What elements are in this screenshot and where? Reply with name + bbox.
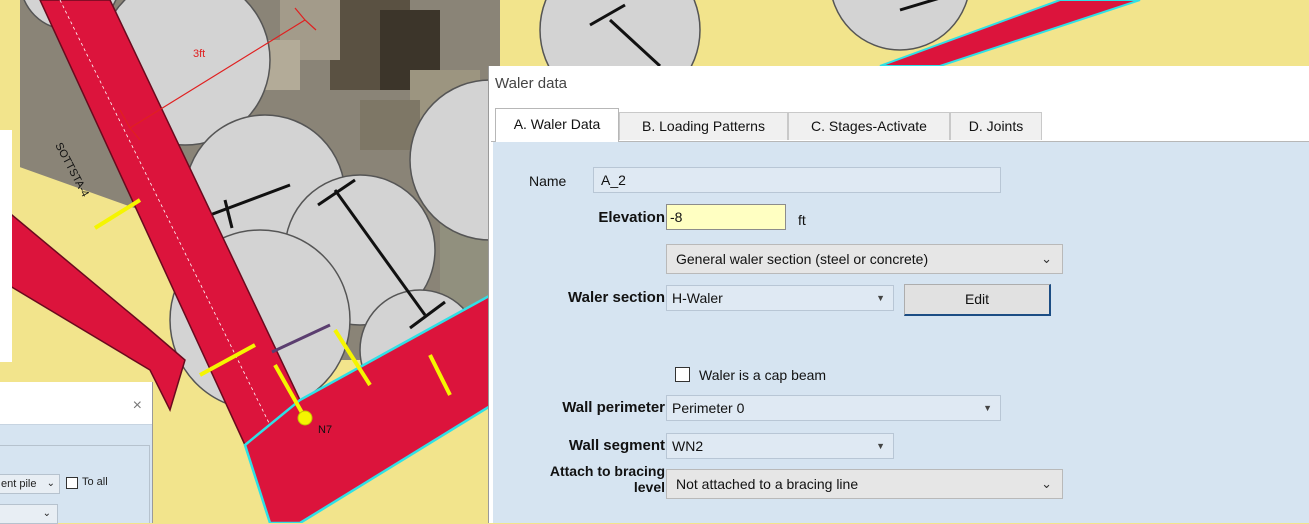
attach-bracing-label: Attach to bracing level	[503, 463, 665, 495]
pile-type-select[interactable]: ent pile ⌄	[0, 474, 60, 494]
elevation-label: Elevation	[598, 209, 665, 226]
tab-joints[interactable]: D. Joints	[950, 112, 1042, 140]
dialog-title: Waler data	[495, 75, 567, 92]
wall-segment-label: Wall segment	[568, 437, 665, 454]
tab-waler-data[interactable]: A. Waler Data	[495, 108, 619, 142]
node-marker[interactable]	[297, 410, 313, 426]
cap-beam-label: Waler is a cap beam	[699, 367, 827, 383]
wall-perimeter-select[interactable]: Perimeter 0 ▼	[666, 395, 1001, 421]
section-type-value: General waler section (steel or concrete…	[676, 251, 929, 267]
secondary-select[interactable]: ⌄	[0, 504, 58, 524]
secondary-dialog-group: ent pile ⌄ To all ⌄	[0, 445, 150, 524]
chevron-down-icon: ⌄	[1041, 251, 1052, 266]
name-field[interactable]: A_2	[593, 167, 1001, 193]
waler-section-label: Waler section	[568, 289, 665, 306]
wall-perimeter-value: Perimeter 0	[672, 400, 745, 416]
waler-section-select[interactable]: H-Waler ▼	[666, 285, 894, 311]
to-all-label: To all	[82, 476, 108, 488]
attach-bracing-label-line1: Attach to bracing	[549, 463, 665, 479]
dimension-text: 3ft	[193, 48, 205, 60]
elevation-unit: ft	[798, 212, 806, 228]
attach-bracing-dropdown[interactable]: Not attached to a bracing line ⌄	[666, 469, 1063, 499]
to-all-checkbox[interactable]	[66, 477, 78, 489]
dropdown-arrow-icon: ▼	[876, 441, 885, 451]
chevron-down-icon: ⌄	[46, 478, 55, 489]
canvas-overlay-white	[0, 130, 12, 362]
name-label: Name	[529, 173, 567, 189]
secondary-dialog: × ent pile ⌄ To all ⌄	[0, 382, 153, 524]
attach-bracing-label-line2: level	[633, 479, 665, 495]
chevron-down-icon: ⌄	[42, 508, 51, 519]
waler-section-value: H-Waler	[672, 290, 723, 306]
tab-loading-patterns[interactable]: B. Loading Patterns	[619, 112, 788, 140]
wall-segment-value: WN2	[672, 438, 704, 454]
dropdown-arrow-icon: ▼	[983, 403, 992, 413]
waler-data-panel: Name A_2 Elevation -8 ft General waler s…	[493, 142, 1309, 523]
secondary-dialog-body: ent pile ⌄ To all ⌄	[0, 424, 152, 524]
waler-data-dialog: Waler data A. Waler Data B. Loading Patt…	[488, 66, 1309, 523]
tab-stages-activate[interactable]: C. Stages-Activate	[788, 112, 950, 140]
pile-type-select-value: ent pile	[1, 478, 37, 490]
wall-segment-select[interactable]: WN2 ▼	[666, 433, 894, 459]
tab-bar: A. Waler Data B. Loading Patterns C. Sta…	[491, 108, 1309, 142]
edit-button[interactable]: Edit	[904, 284, 1051, 316]
section-type-dropdown[interactable]: General waler section (steel or concrete…	[666, 244, 1063, 274]
attach-bracing-value: Not attached to a bracing line	[676, 476, 859, 492]
cap-beam-checkbox[interactable]	[675, 367, 690, 382]
close-icon[interactable]: ×	[133, 397, 142, 415]
elevation-field[interactable]: -8	[666, 204, 786, 230]
node-label: N7	[318, 424, 332, 436]
chevron-down-icon: ⌄	[1041, 476, 1052, 491]
wall-perimeter-label: Wall perimeter	[562, 399, 665, 416]
dropdown-arrow-icon: ▼	[876, 293, 885, 303]
